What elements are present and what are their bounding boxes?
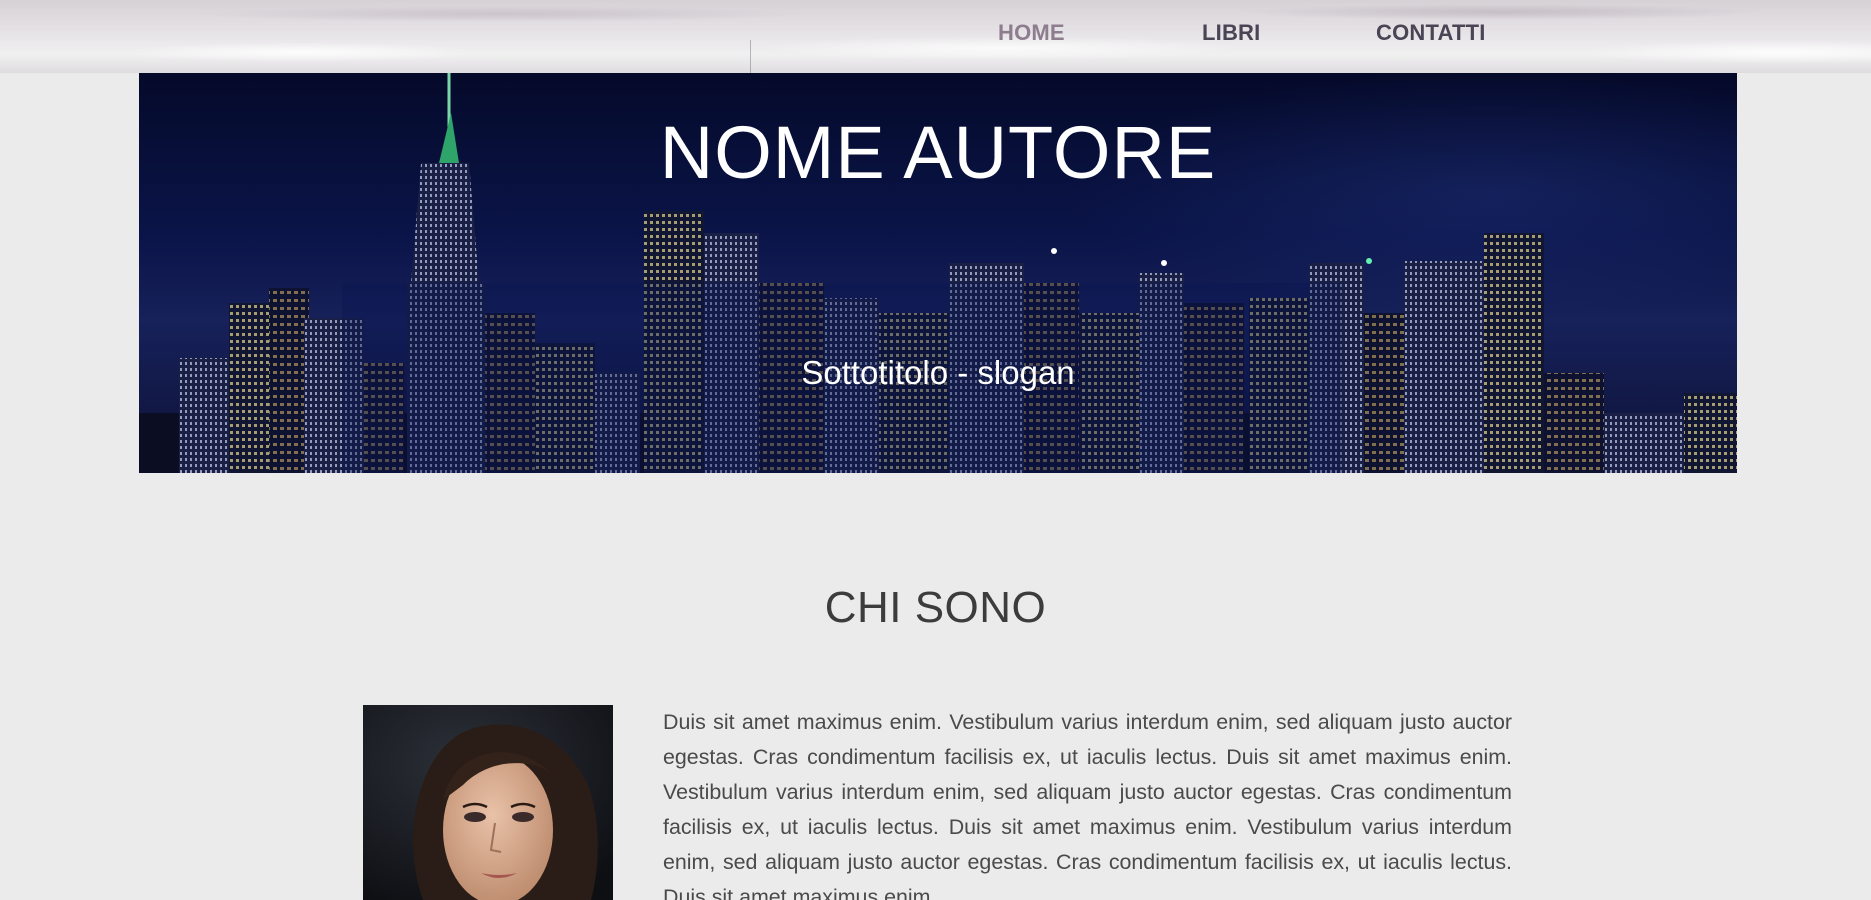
hero-banner: NOME AUTORE Sottotitolo - slogan xyxy=(139,73,1737,473)
top-navigation-bar: HOME LIBRI CONTATTI xyxy=(0,0,1871,73)
author-portrait-image xyxy=(363,705,613,900)
nav-divider xyxy=(750,40,751,73)
portrait-illustration xyxy=(363,705,613,900)
about-section-title: CHI SONO xyxy=(824,583,1047,632)
hero-title: NOME AUTORE xyxy=(659,111,1217,194)
about-paragraph: Duis sit amet maximus enim. Vestibulum v… xyxy=(663,710,1512,900)
hero-subtitle: Sottotitolo - slogan xyxy=(801,354,1075,391)
nav-item-contatti[interactable]: CONTATTI xyxy=(1376,18,1486,48)
nav-item-home[interactable]: HOME xyxy=(998,18,1065,48)
nav-item-libri[interactable]: LIBRI xyxy=(1202,18,1260,48)
